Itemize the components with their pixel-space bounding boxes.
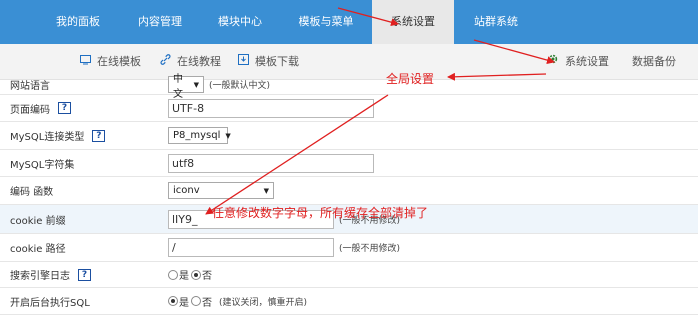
arrow-to-cookie-prefix [205,94,389,215]
arrow-to-system-settings-tab [337,7,399,27]
annotation-arrows [205,7,555,215]
arrow-to-subnav-settings [473,39,555,65]
arrow-to-global-label [447,72,547,81]
annotation-cookie-note: 任意修改数字字母，所有缓存全部清掉了 [212,206,429,220]
annotation-global-settings: 全局设置 [386,72,435,86]
